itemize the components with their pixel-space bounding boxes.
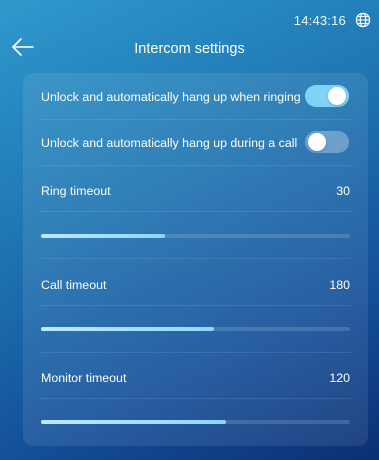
page-title: Intercom settings <box>134 41 245 57</box>
ring-timeout-value: 30 <box>336 184 350 198</box>
settings-panel: Unlock and automatically hang up when ri… <box>23 73 368 446</box>
call-timeout-slider[interactable] <box>41 327 350 331</box>
divider <box>40 165 351 166</box>
divider <box>40 211 351 212</box>
divider <box>40 305 351 306</box>
divider <box>40 398 351 399</box>
status-bar: 14:43:16 <box>0 0 379 28</box>
call-timeout-slider-fill <box>41 327 215 331</box>
divider <box>40 258 351 259</box>
monitor-timeout-slider[interactable] <box>41 420 350 424</box>
call-timeout-value: 180 <box>329 278 350 292</box>
ring-timeout-label: Ring timeout <box>41 184 111 198</box>
ring-timeout-slider[interactable] <box>41 234 350 238</box>
header: Intercom settings <box>0 28 379 68</box>
status-time: 14:43:16 <box>293 13 346 28</box>
toggle-knob <box>328 87 346 105</box>
call-timeout-label: Call timeout <box>41 278 107 292</box>
hangup-call-toggle[interactable] <box>305 131 349 153</box>
toggle-row-hangup-ringing: Unlock and automatically hang up when ri… <box>23 73 368 119</box>
ring-timeout-slider-fill <box>41 234 165 238</box>
monitor-timeout-value: 120 <box>329 371 350 385</box>
toggle-knob <box>308 133 326 151</box>
divider <box>40 352 351 353</box>
monitor-timeout-label: Monitor timeout <box>41 371 127 385</box>
monitor-timeout-slider-fill <box>41 420 227 424</box>
toggle-label: Unlock and automatically hang up during … <box>41 136 298 150</box>
toggle-row-hangup-call: Unlock and automatically hang up during … <box>23 119 368 165</box>
toggle-label: Unlock and automatically hang up when ri… <box>41 90 301 104</box>
globe-icon <box>355 12 371 28</box>
hangup-ringing-toggle[interactable] <box>305 85 349 107</box>
